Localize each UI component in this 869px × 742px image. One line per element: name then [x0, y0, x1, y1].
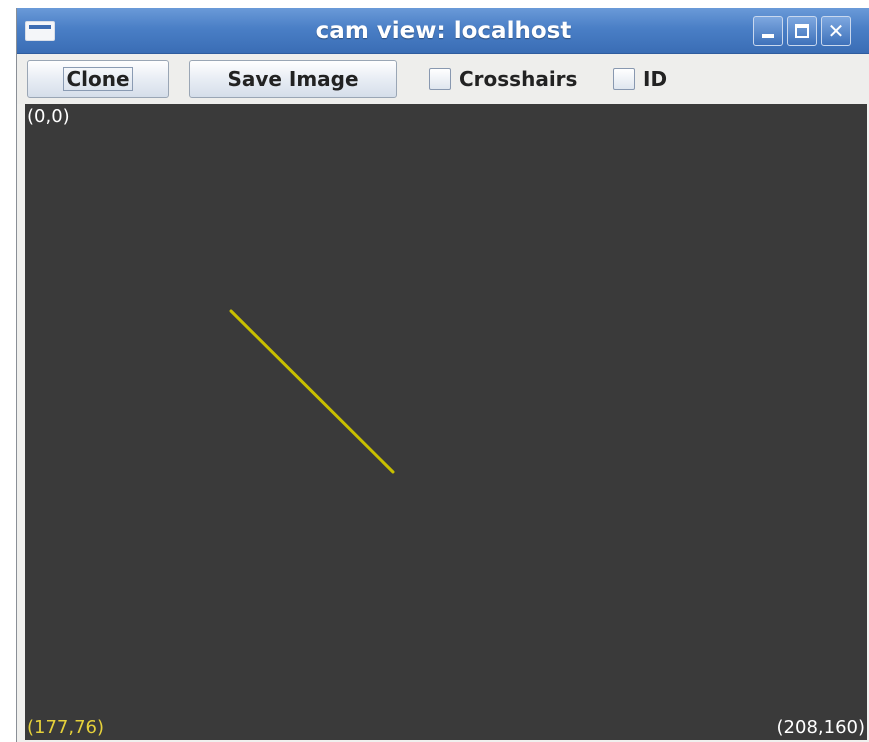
- minimize-button[interactable]: [753, 16, 783, 46]
- close-button[interactable]: ✕: [821, 16, 851, 46]
- camera-viewport[interactable]: (0,0) (177,76) (208,160): [25, 104, 867, 740]
- clone-button-label: Clone: [63, 67, 133, 91]
- origin-coordinate: (0,0): [27, 106, 70, 127]
- clone-button[interactable]: Clone: [27, 60, 169, 98]
- id-label: ID: [643, 67, 668, 91]
- minimize-icon: [762, 34, 774, 38]
- crosshairs-label: Crosshairs: [459, 67, 578, 91]
- title-bar[interactable]: cam view: localhost ✕: [17, 8, 869, 54]
- maximize-icon: [795, 24, 809, 38]
- save-image-button[interactable]: Save Image: [189, 60, 397, 98]
- cam-view-window: cam view: localhost ✕ Clone Save Image C…: [16, 8, 869, 742]
- image-size-coordinate: (208,160): [776, 717, 865, 738]
- id-checkbox[interactable]: ID: [613, 60, 667, 98]
- crosshairs-checkbox-box[interactable]: [429, 68, 451, 90]
- camera-overlay: [229, 309, 395, 474]
- id-checkbox-box[interactable]: [613, 68, 635, 90]
- window-title: cam view: localhost: [315, 18, 572, 44]
- crosshairs-checkbox[interactable]: Crosshairs: [429, 60, 577, 98]
- cursor-coordinate: (177,76): [27, 717, 105, 738]
- drawn-line: [229, 309, 395, 474]
- close-icon: ✕: [827, 19, 845, 43]
- toolbar: Clone Save Image Crosshairs ID: [17, 54, 869, 104]
- maximize-button[interactable]: [787, 16, 817, 46]
